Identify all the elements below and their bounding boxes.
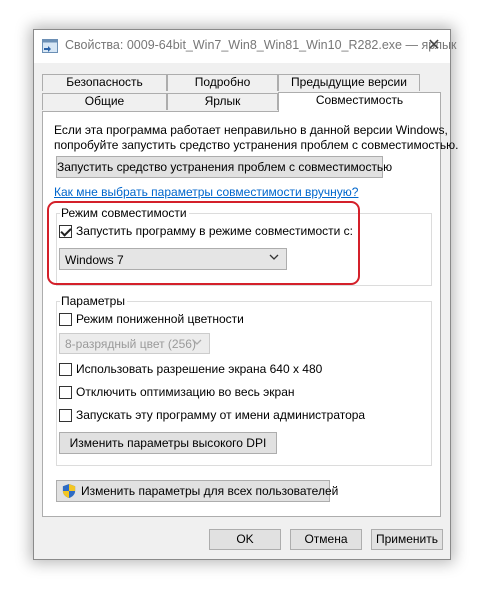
settings-legend: Параметры: [60, 294, 127, 308]
compatibility-mode-group: Режим совместимости Запустить программу …: [56, 206, 432, 286]
high-dpi-button[interactable]: Изменить параметры высокого DPI: [59, 432, 277, 454]
fullscreen-opt-checkbox[interactable]: [59, 386, 72, 399]
compatibility-mode-legend: Режим совместимости: [60, 206, 189, 220]
run-troubleshooter-button[interactable]: Запустить средство устранения проблем с …: [56, 156, 392, 178]
run-as-admin-label: Запускать эту программу от имени админис…: [76, 408, 366, 422]
uac-shield-icon: [62, 484, 76, 498]
cancel-button[interactable]: Отмена: [290, 529, 362, 550]
reduced-color-checkbox[interactable]: [59, 313, 72, 326]
reduced-color-label: Режим пониженной цветности: [76, 312, 244, 326]
fullscreen-opt-label: Отключить оптимизацию во весь экран: [76, 385, 295, 399]
tab-security[interactable]: Безопасность: [42, 74, 167, 91]
tab-previous-versions[interactable]: Предыдущие версии: [278, 74, 420, 91]
tab-general[interactable]: Общие: [42, 93, 167, 110]
manual-settings-link[interactable]: Как мне выбрать параметры совместимости …: [54, 185, 358, 199]
title-bar: Свойства: 0009-64bit_Win7_Win8_Win81_Win…: [34, 30, 457, 63]
settings-group: Параметры Режим пониженной цветности 8-р…: [56, 294, 432, 466]
tab-compatibility[interactable]: Совместимость: [278, 92, 441, 112]
ok-button[interactable]: OK: [209, 529, 281, 550]
close-icon: ✕: [427, 37, 441, 54]
resolution-640-checkbox[interactable]: [59, 363, 72, 376]
chevron-down-icon: [192, 339, 202, 345]
all-users-button[interactable]: Изменить параметры для всех пользователе…: [56, 480, 338, 502]
run-as-admin-checkbox[interactable]: [59, 409, 72, 422]
color-depth-select: 8-разрядный цвет (256): [59, 333, 210, 354]
resolution-640-label: Использовать разрешение экрана 640 x 480: [76, 362, 323, 376]
chevron-down-icon: [269, 254, 279, 260]
tab-details[interactable]: Подробно: [167, 74, 278, 91]
compatibility-panel: Если эта программа работает неправильно …: [42, 111, 458, 517]
compat-mode-label: Запустить программу в режиме совместимос…: [76, 224, 353, 238]
os-version-select[interactable]: Windows 7: [59, 248, 287, 270]
tab-shortcut[interactable]: Ярлык: [167, 93, 278, 110]
window-title: Свойства: 0009-64bit_Win7_Win8_Win81_Win…: [65, 38, 457, 52]
properties-dialog: Свойства: 0009-64bit_Win7_Win8_Win81_Win…: [33, 29, 458, 560]
color-depth-value: 8-разрядный цвет (256): [65, 337, 196, 351]
compat-mode-checkbox[interactable]: [59, 225, 72, 238]
os-version-value: Windows 7: [65, 253, 124, 267]
apply-button[interactable]: Применить: [371, 529, 443, 550]
intro-text-line2: попробуйте запустить средство устранения…: [54, 138, 459, 152]
close-button[interactable]: ✕: [422, 34, 446, 58]
intro-text-line1: Если эта программа работает неправильно …: [54, 123, 448, 137]
app-icon: [42, 39, 58, 53]
